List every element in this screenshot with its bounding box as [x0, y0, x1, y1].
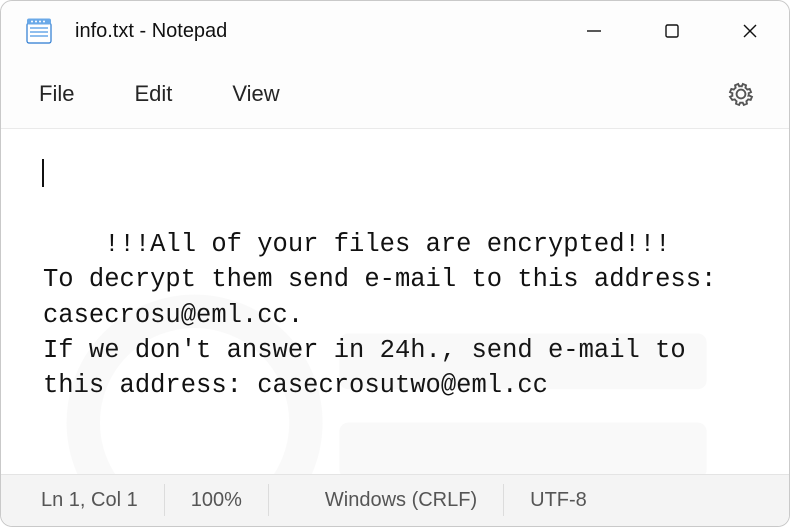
titlebar[interactable]: info.txt - Notepad	[1, 1, 789, 61]
window-title: info.txt - Notepad	[75, 20, 227, 43]
text-caret	[42, 159, 44, 187]
notepad-window: info.txt - Notepad File Edit View	[0, 0, 790, 527]
menubar: File Edit View	[1, 61, 789, 129]
status-zoom[interactable]: 100%	[165, 484, 269, 516]
minimize-button[interactable]	[555, 1, 633, 61]
window-controls	[555, 1, 789, 61]
menu-edit[interactable]: Edit	[114, 71, 204, 117]
close-button[interactable]	[711, 1, 789, 61]
maximize-button[interactable]	[633, 1, 711, 61]
status-position[interactable]: Ln 1, Col 1	[1, 484, 165, 516]
notepad-icon	[23, 15, 55, 47]
status-line-ending[interactable]: Windows (CRLF)	[299, 484, 504, 516]
menu-file[interactable]: File	[19, 71, 106, 117]
editor-content: !!!All of your files are encrypted!!! To…	[43, 230, 732, 400]
text-editor[interactable]: !!!All of your files are encrypted!!! To…	[1, 129, 789, 474]
gear-icon	[727, 80, 755, 108]
settings-button[interactable]	[719, 72, 763, 116]
statusbar: Ln 1, Col 1 100% Windows (CRLF) UTF-8	[1, 474, 789, 526]
status-encoding[interactable]: UTF-8	[504, 484, 613, 516]
menu-view[interactable]: View	[212, 71, 311, 117]
